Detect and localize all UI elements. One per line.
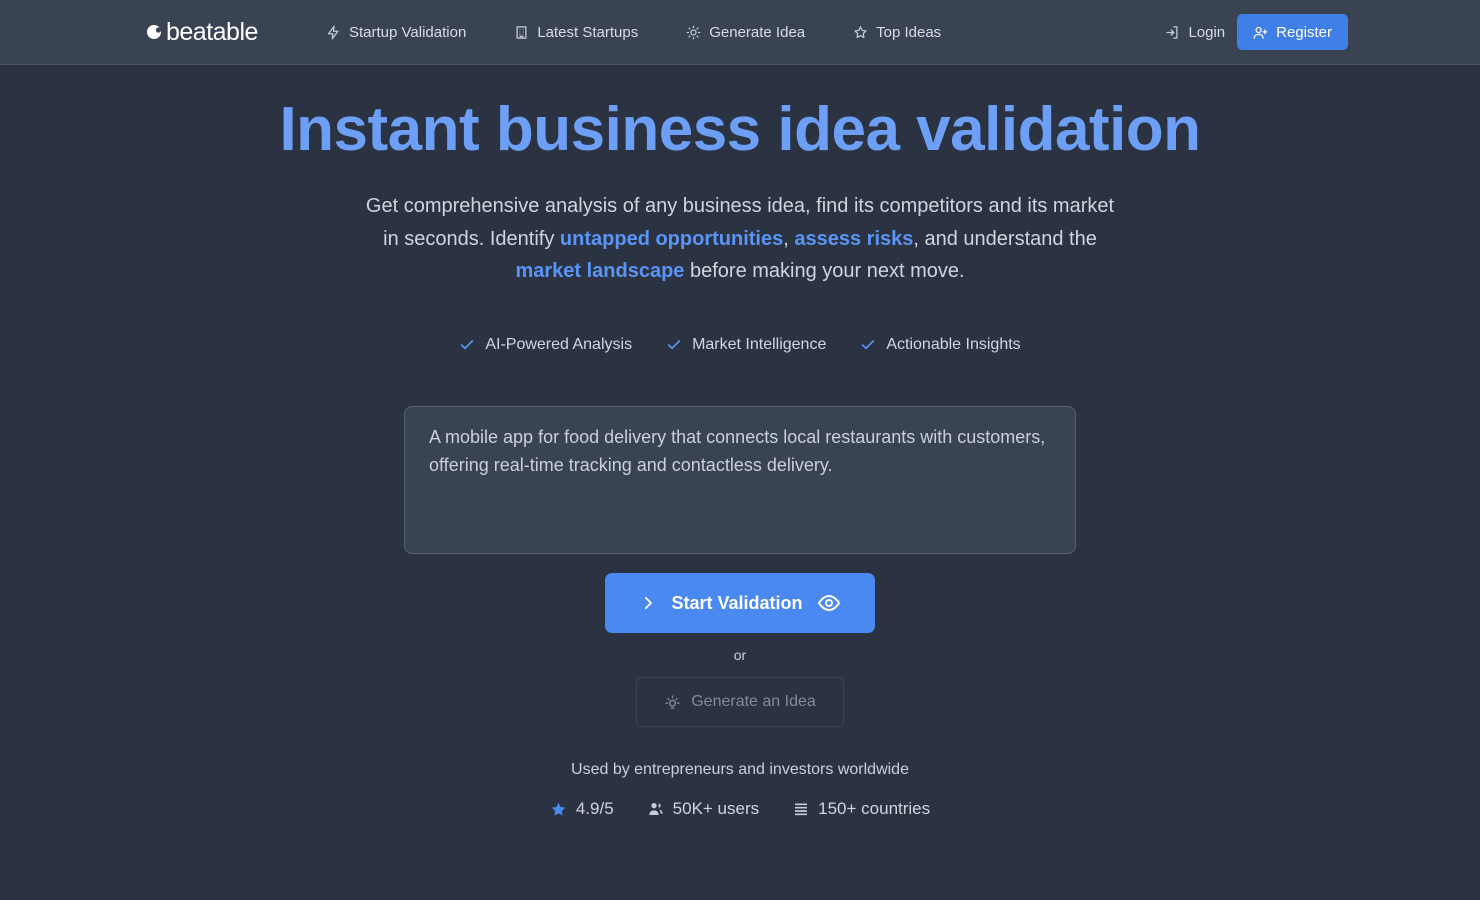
chevron-right-icon <box>645 596 653 610</box>
nav-item-latest-startups[interactable]: Latest Startups <box>514 24 638 41</box>
feature-item: Market Intelligence <box>666 336 826 354</box>
subtitle-text: , <box>783 227 795 250</box>
nav-item-generate-idea[interactable]: Generate Idea <box>686 24 805 41</box>
stats-row: 4.9/5 50K+ users 150+ countries <box>0 799 1480 819</box>
subtitle-text: , and understand the <box>913 227 1097 250</box>
register-label: Register <box>1276 23 1332 41</box>
star-outline-icon <box>854 26 867 39</box>
users-stat: 50K+ users <box>648 799 759 819</box>
eye-icon <box>817 594 840 612</box>
top-navbar: beatable Startup Validation Latest Start… <box>0 0 1480 65</box>
feature-item: Actionable Insights <box>860 336 1021 354</box>
nav-item-label: Startup Validation <box>349 24 467 41</box>
subtitle-text: before making your next move. <box>684 260 965 282</box>
brand-name: beatable <box>166 17 258 46</box>
page-title: Instant business idea validation <box>279 95 1201 164</box>
login-button[interactable]: Login <box>1165 24 1225 41</box>
login-icon <box>1166 25 1178 39</box>
register-button[interactable]: Register <box>1237 14 1348 50</box>
hero-subtitle: Get comprehensive analysis of any busine… <box>360 190 1120 288</box>
nav-item-startup-validation[interactable]: Startup Validation <box>326 24 466 41</box>
nav-item-label: Latest Startups <box>537 24 639 41</box>
auth-actions: Login Register <box>1165 14 1348 50</box>
social-proof-caption: Used by entrepreneurs and investors worl… <box>571 761 909 778</box>
logo-mark-icon <box>147 25 162 39</box>
nav-item-label: Generate Idea <box>709 24 806 41</box>
star-icon <box>551 802 566 816</box>
countries-stat: 150+ countries <box>793 799 930 819</box>
building-icon <box>516 26 527 39</box>
login-label: Login <box>1188 23 1226 41</box>
start-validation-label: Start Validation <box>671 592 803 613</box>
countries-value: 150+ countries <box>818 799 931 818</box>
user-plus-icon <box>1253 26 1268 39</box>
nav-links: Startup Validation Latest Startups Gener… <box>326 0 989 65</box>
bolt-icon <box>327 25 339 40</box>
highlight-untapped-opportunities: untapped opportunities <box>559 227 784 250</box>
or-divider: or <box>733 647 747 663</box>
generate-idea-label: Generate an Idea <box>691 693 816 710</box>
feature-item: AI-Powered Analysis <box>459 336 632 354</box>
start-validation-button[interactable]: Start Validation <box>605 573 875 633</box>
feature-label: AI-Powered Analysis <box>485 336 633 353</box>
lightbulb-icon <box>665 694 680 709</box>
feature-label: Actionable Insights <box>886 336 1021 353</box>
nav-item-top-ideas[interactable]: Top Ideas <box>853 24 941 41</box>
highlight-market-landscape: market landscape <box>515 260 685 282</box>
lightbulb-icon <box>686 25 701 40</box>
nav-item-label: Top Ideas <box>876 24 942 41</box>
list-icon <box>795 803 808 816</box>
generate-idea-button[interactable]: Generate an Idea <box>636 677 844 727</box>
check-icon <box>667 340 681 350</box>
feature-list: AI-Powered Analysis Market Intelligence … <box>0 336 1480 354</box>
brand-logo[interactable]: beatable <box>146 18 258 46</box>
idea-input[interactable] <box>404 406 1076 554</box>
users-value: 50K+ users <box>672 799 760 818</box>
rating-stat: 4.9/5 <box>550 799 614 819</box>
users-icon <box>648 803 663 815</box>
check-icon <box>461 340 474 350</box>
feature-label: Market Intelligence <box>692 336 827 353</box>
rating-value: 4.9/5 <box>575 799 614 818</box>
highlight-assess-risks: assess risks <box>794 227 914 250</box>
check-icon <box>862 340 875 350</box>
